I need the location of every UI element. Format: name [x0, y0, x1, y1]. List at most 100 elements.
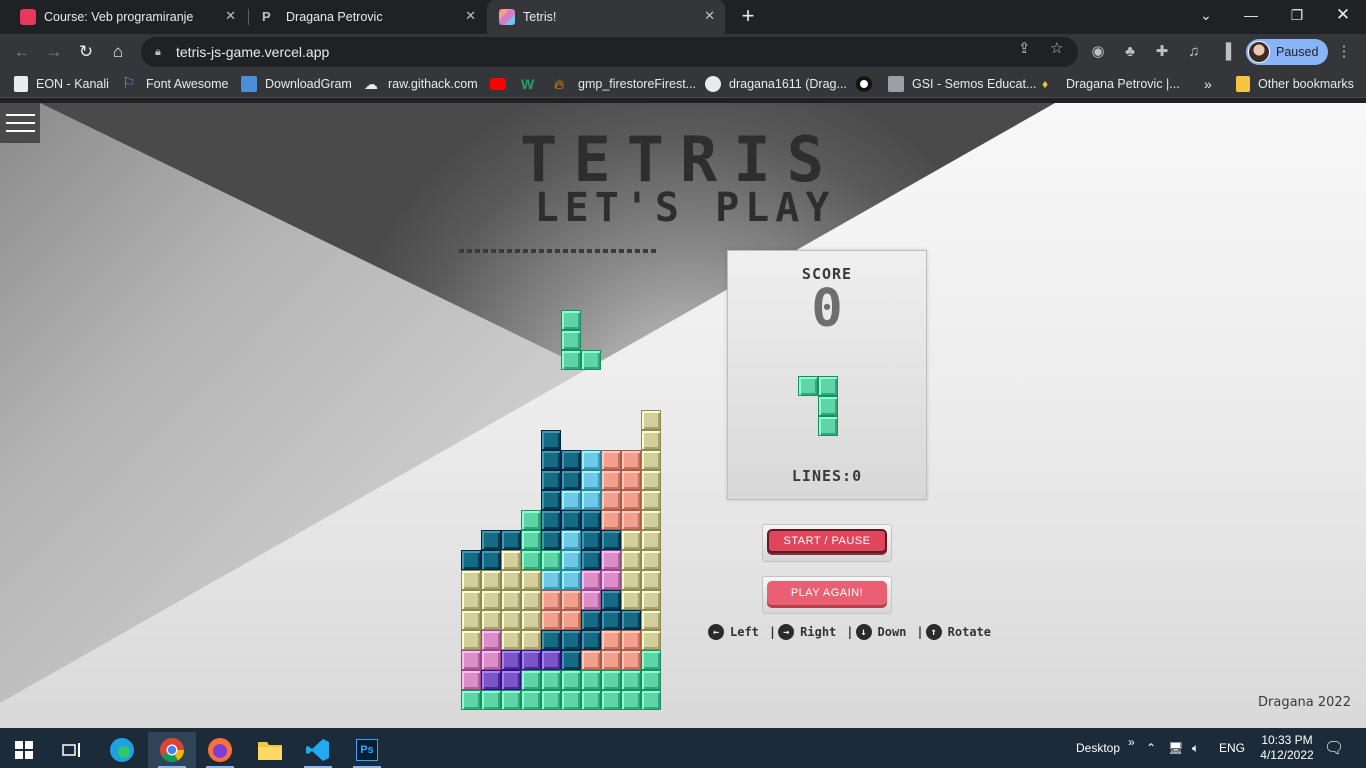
network-icon[interactable]: 🖥︎	[1168, 728, 1183, 768]
tetris-block	[501, 670, 521, 690]
vscode-icon[interactable]	[294, 732, 342, 768]
bookmark-gsi[interactable]: GSI - Semos Educat...	[888, 70, 1036, 98]
minimize-icon[interactable]: —	[1228, 0, 1274, 30]
tetris-block	[581, 350, 601, 370]
media-control-icon[interactable]: ♫	[1184, 42, 1204, 62]
chrome-icon[interactable]	[148, 732, 196, 768]
bookmark-label: Dragana Petrovic |...	[1066, 77, 1180, 91]
tab-title: Tetris!	[523, 10, 557, 24]
tetris-block	[501, 590, 521, 610]
bookmarks-overflow-chevron[interactable]: »	[1204, 70, 1212, 98]
tetris-favicon-icon	[499, 9, 515, 25]
bookmark-downloadgram[interactable]: DownloadGram	[241, 70, 352, 98]
other-bookmarks[interactable]: Other bookmarks	[1236, 70, 1354, 98]
tetris-block	[621, 690, 641, 710]
bookmark-w[interactable]: W	[521, 70, 545, 98]
bookmark-star-icon[interactable]: ☆	[1050, 39, 1063, 57]
tetris-block	[621, 570, 641, 590]
dashed-divider	[459, 249, 659, 253]
more-menu-icon[interactable]: ⋮	[1334, 42, 1354, 62]
bookmark-youtube[interactable]	[490, 70, 514, 98]
hamburger-menu-icon[interactable]	[0, 103, 40, 143]
tetris-block	[621, 670, 641, 690]
game-board	[461, 310, 661, 710]
score-panel: SCORE 0 LINES:0	[727, 250, 927, 500]
tab-dragana[interactable]: P Dragana Petrovic ✕	[250, 0, 486, 34]
tetris-block	[521, 690, 541, 710]
tray-expand-icon[interactable]: ⌃	[1146, 728, 1156, 768]
extensions-puzzle-icon[interactable]: ✚	[1152, 42, 1172, 62]
task-view-icon[interactable]	[48, 732, 96, 768]
bookmark-label: Other bookmarks	[1258, 77, 1354, 91]
start-pause-frame: START / PAUSE	[762, 524, 892, 562]
tetris-block	[521, 530, 541, 550]
tetris-block	[541, 530, 561, 550]
bookmark-firebase[interactable]: 🔥︎ gmp_firestoreFirest...	[554, 70, 696, 98]
tetris-block	[461, 690, 481, 710]
tab-tetris[interactable]: Tetris! ✕	[487, 0, 725, 34]
volume-icon[interactable]: 🔈︎	[1192, 728, 1199, 768]
bookmark-eon[interactable]: EON - Kanali	[14, 70, 109, 98]
arrow-up-icon: ↑	[925, 624, 942, 640]
tetris-block	[561, 590, 581, 610]
share-icon[interactable]: ⇪	[1018, 39, 1031, 57]
bookmark-disk[interactable]	[856, 70, 880, 98]
tab-search-icon[interactable]: ⌄	[1183, 0, 1229, 30]
notification-icon[interactable]: 🗨︎	[1324, 728, 1344, 768]
desktop-toolbar[interactable]: Desktop	[1076, 728, 1120, 768]
bookmark-github[interactable]: dragana1611 (Drag...	[705, 70, 847, 98]
tetris-block	[621, 550, 641, 570]
bookmark-dragana[interactable]: ♦ Dragana Petrovic |...	[1042, 70, 1180, 98]
tetris-block	[481, 690, 501, 710]
photoshop-icon[interactable]: Ps	[343, 732, 391, 768]
tetris-block	[541, 690, 561, 710]
avatar	[1248, 41, 1270, 63]
tetris-block	[818, 416, 838, 436]
language-indicator[interactable]: ENG	[1219, 728, 1245, 768]
close-icon[interactable]: ✕	[704, 8, 715, 24]
clock[interactable]: 10:33 PM 4/12/2022	[1256, 728, 1318, 768]
moodle-icon	[20, 9, 36, 25]
tetris-block	[641, 470, 661, 490]
camera-extension-icon[interactable]: ◉	[1088, 42, 1108, 62]
side-panel-icon[interactable]: ▐	[1216, 42, 1236, 62]
tetris-block	[461, 570, 481, 590]
bookmarks-bar: EON - Kanali ⚐ Font Awesome DownloadGram …	[0, 70, 1366, 98]
tetris-block	[601, 490, 621, 510]
tetris-block	[521, 650, 541, 670]
profile-button[interactable]: Paused	[1246, 39, 1328, 65]
tab-title: Dragana Petrovic	[286, 10, 383, 24]
tetris-block	[621, 450, 641, 470]
new-tab-icon[interactable]: +	[735, 4, 761, 30]
tetris-block	[501, 610, 521, 630]
forward-icon[interactable]: →	[42, 40, 66, 64]
close-icon[interactable]: ✕	[225, 8, 236, 24]
flag-icon: ⚐	[122, 75, 136, 92]
firefox-icon[interactable]	[196, 732, 244, 768]
youtube-icon	[490, 78, 506, 90]
browser-toolbar: ← → ↻ ⌂ 🔒︎ tetris-js-game.vercel.app ⇪ ☆…	[0, 34, 1366, 70]
tetris-block	[641, 590, 661, 610]
reload-icon[interactable]: ↻	[74, 40, 98, 64]
edge-icon[interactable]	[98, 732, 146, 768]
tetris-block	[561, 650, 581, 670]
tetris-block	[601, 610, 621, 630]
control-label-rotate: Rotate	[947, 625, 991, 639]
tetris-block	[581, 630, 601, 650]
file-explorer-icon[interactable]	[246, 732, 294, 768]
address-bar[interactable]: 🔒︎ tetris-js-game.vercel.app	[141, 37, 1078, 67]
windows-start-icon[interactable]	[0, 732, 48, 768]
octopus-extension-icon[interactable]: ♣	[1120, 42, 1140, 62]
tetris-block	[641, 690, 661, 710]
window-close-icon[interactable]: ✕	[1320, 0, 1366, 30]
desktop-chevron[interactable]: »	[1128, 722, 1135, 762]
start-pause-button[interactable]: START / PAUSE	[767, 529, 887, 553]
bookmark-font-awesome[interactable]: ⚐ Font Awesome	[122, 70, 228, 98]
close-icon[interactable]: ✕	[465, 8, 476, 24]
restore-icon[interactable]: ❐	[1274, 0, 1320, 30]
tab-course[interactable]: Course: Veb programiranje ✕	[8, 0, 246, 34]
home-icon[interactable]: ⌂	[106, 40, 130, 64]
bookmark-githack[interactable]: ☁ raw.githack.com	[364, 70, 478, 98]
play-again-button[interactable]: PLAY AGAIN!	[767, 581, 887, 605]
back-icon[interactable]: ←	[10, 40, 34, 64]
